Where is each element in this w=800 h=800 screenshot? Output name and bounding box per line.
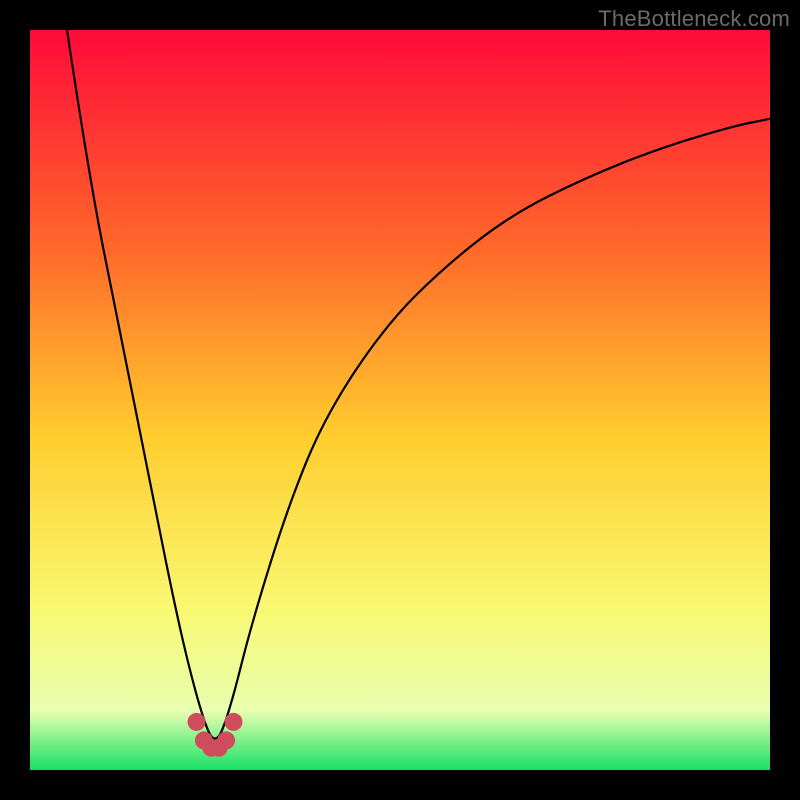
plot-area [30,30,770,770]
chart-frame: TheBottleneck.com [0,0,800,800]
minimum-marker [217,731,235,749]
watermark-text: TheBottleneck.com [598,6,790,32]
minimum-marker [188,713,206,731]
minimum-marker [225,713,243,731]
gradient-background [30,30,770,770]
chart-svg [30,30,770,770]
